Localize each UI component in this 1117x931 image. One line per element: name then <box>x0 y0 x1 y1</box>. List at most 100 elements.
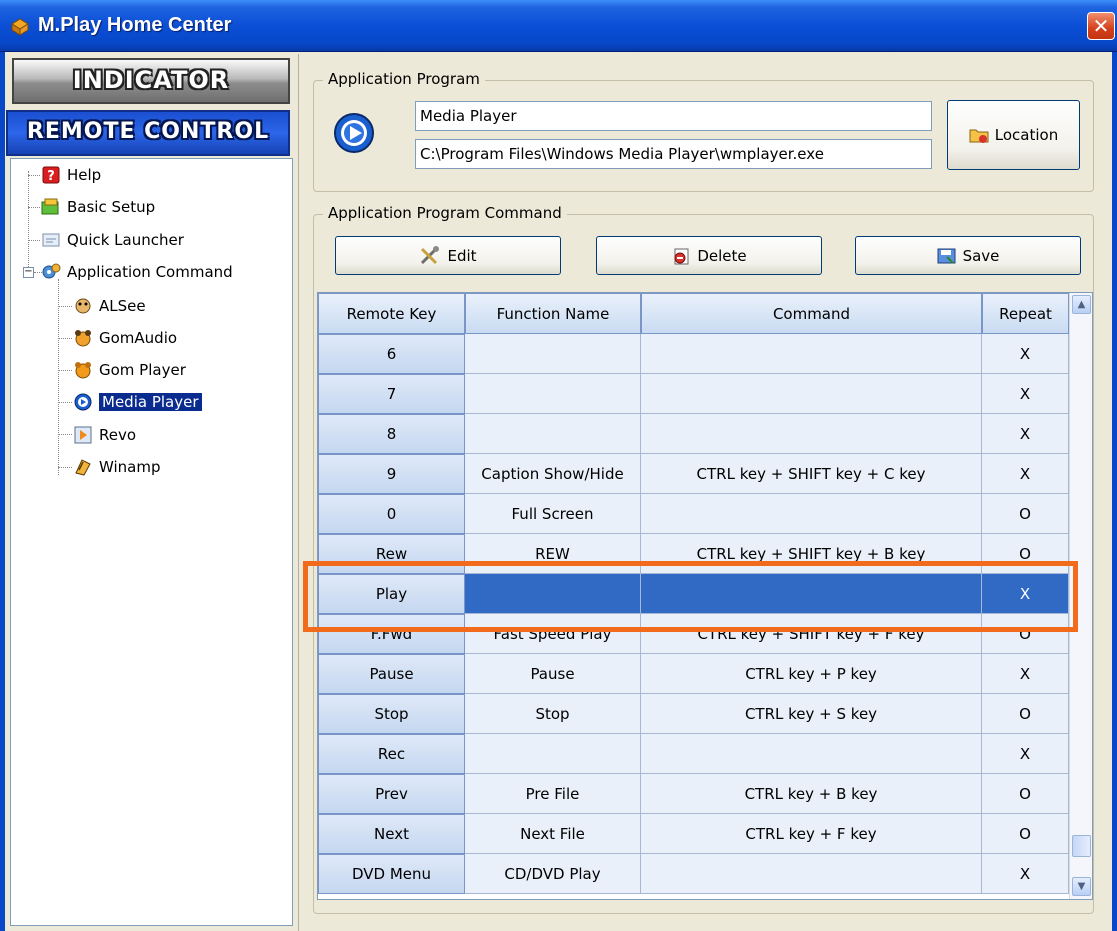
function-name-cell[interactable]: Fast Speed Play <box>465 614 641 654</box>
command-cell[interactable] <box>641 574 982 614</box>
command-cell[interactable] <box>641 374 982 414</box>
repeat-cell[interactable]: X <box>982 454 1069 494</box>
tree-item-quick-launcher[interactable]: Quick Launcher <box>41 228 184 252</box>
function-name-cell[interactable] <box>465 374 641 414</box>
location-button[interactable]: Location <box>947 100 1080 170</box>
function-name-cell[interactable] <box>465 734 641 774</box>
command-cell[interactable] <box>641 854 982 894</box>
repeat-cell[interactable]: O <box>982 814 1069 854</box>
remote-key-cell[interactable]: Prev <box>318 774 465 814</box>
column-header-repeat[interactable]: Repeat <box>982 293 1069 334</box>
repeat-cell[interactable]: X <box>982 374 1069 414</box>
command-cell[interactable]: CTRL key + SHIFT key + F key <box>641 614 982 654</box>
repeat-cell[interactable]: X <box>982 414 1069 454</box>
tree-line <box>28 240 40 241</box>
repeat-cell[interactable]: O <box>982 694 1069 734</box>
remote-key-cell[interactable]: 6 <box>318 334 465 374</box>
edit-button[interactable]: Edit <box>335 236 561 275</box>
function-name-cell[interactable]: CD/DVD Play <box>465 854 641 894</box>
function-name-cell[interactable]: Next File <box>465 814 641 854</box>
remote-key-cell[interactable]: 8 <box>318 414 465 454</box>
save-label: Save <box>962 246 1000 265</box>
command-cell[interactable] <box>641 414 982 454</box>
command-cell[interactable] <box>641 334 982 374</box>
group-legend: Application Program <box>323 70 485 88</box>
command-table: Remote Key Function Name Command Repeat … <box>317 292 1093 900</box>
column-header-remote-key[interactable]: Remote Key <box>318 293 465 334</box>
repeat-cell[interactable]: O <box>982 534 1069 574</box>
repeat-cell[interactable]: X <box>982 334 1069 374</box>
tree-item-basic-setup[interactable]: Basic Setup <box>41 195 155 219</box>
location-label: Location <box>994 126 1059 144</box>
command-cell[interactable]: CTRL key + B key <box>641 774 982 814</box>
command-cell[interactable]: CTRL key + P key <box>641 654 982 694</box>
function-name-cell[interactable]: Stop <box>465 694 641 734</box>
edit-label: Edit <box>447 246 477 265</box>
remote-key-cell[interactable]: Play <box>318 574 465 614</box>
function-name-cell[interactable] <box>465 414 641 454</box>
tree-item-media-player[interactable]: Media Player <box>73 390 202 414</box>
tree-item-alsee[interactable]: ALSee <box>73 294 146 318</box>
repeat-cell[interactable]: O <box>982 774 1069 814</box>
repeat-cell[interactable]: O <box>982 614 1069 654</box>
tree-line <box>58 402 72 403</box>
remote-key-cell[interactable]: Pause <box>318 654 465 694</box>
scroll-up-icon[interactable]: ▲ <box>1072 295 1091 314</box>
remote-control-button[interactable]: REMOTE CONTROL <box>6 110 290 156</box>
tree-item-application-command[interactable]: Application Command <box>41 260 233 284</box>
remote-key-cell[interactable]: Rew <box>318 534 465 574</box>
remote-key-cell[interactable]: F.Fwd <box>318 614 465 654</box>
command-cell[interactable]: CTRL key + SHIFT key + C key <box>641 454 982 494</box>
tree-item-winamp[interactable]: Winamp <box>73 455 161 479</box>
vertical-scrollbar[interactable]: ▲ ▼ <box>1069 293 1092 899</box>
column-header-function-name[interactable]: Function Name <box>465 293 641 334</box>
remote-key-cell[interactable]: 7 <box>318 374 465 414</box>
close-button[interactable]: ✕ <box>1087 12 1115 40</box>
tree-item-gom-player[interactable]: Gom Player <box>73 358 186 382</box>
remote-key-cell[interactable]: 0 <box>318 494 465 534</box>
repeat-cell[interactable]: X <box>982 734 1069 774</box>
tree-item-label: Gom Player <box>99 361 186 379</box>
tree-line <box>58 434 72 435</box>
command-cell[interactable]: CTRL key + F key <box>641 814 982 854</box>
tree-item-label: Winamp <box>99 458 161 476</box>
function-name-cell[interactable]: Pre File <box>465 774 641 814</box>
remote-key-cell[interactable]: 9 <box>318 454 465 494</box>
delete-label: Delete <box>697 246 747 265</box>
function-name-cell[interactable] <box>465 334 641 374</box>
tree-item-label: Revo <box>99 426 137 444</box>
repeat-cell[interactable]: O <box>982 494 1069 534</box>
save-button[interactable]: Save <box>855 236 1081 275</box>
scroll-down-icon[interactable]: ▼ <box>1072 877 1091 896</box>
function-name-cell[interactable] <box>465 574 641 614</box>
repeat-cell[interactable]: X <box>982 574 1069 614</box>
tree-item-label: GomAudio <box>99 329 178 347</box>
remote-key-cell[interactable]: DVD Menu <box>318 854 465 894</box>
repeat-cell[interactable]: X <box>982 654 1069 694</box>
revo-icon <box>73 425 93 445</box>
remote-key-cell[interactable]: Stop <box>318 694 465 734</box>
repeat-cell[interactable]: X <box>982 854 1069 894</box>
tree-item-revo[interactable]: Revo <box>73 423 136 447</box>
command-cell[interactable] <box>641 494 982 534</box>
scroll-thumb[interactable] <box>1072 835 1091 857</box>
indicator-button[interactable]: INDICATOR <box>12 58 290 104</box>
function-name-cell[interactable]: REW <box>465 534 641 574</box>
tree-item-gomaudio[interactable]: GomAudio <box>73 326 177 350</box>
group-legend: Application Program Command <box>323 204 567 222</box>
command-cell[interactable]: CTRL key + SHIFT key + B key <box>641 534 982 574</box>
function-name-cell[interactable]: Pause <box>465 654 641 694</box>
command-cell[interactable] <box>641 734 982 774</box>
program-name-field[interactable]: Media Player <box>415 101 932 131</box>
remote-key-cell[interactable]: Next <box>318 814 465 854</box>
collapse-toggle[interactable]: − <box>23 267 34 278</box>
tree-item-help[interactable]: ? Help <box>41 163 101 187</box>
function-name-cell[interactable]: Caption Show/Hide <box>465 454 641 494</box>
gomaudio-icon <box>73 328 93 348</box>
delete-button[interactable]: Delete <box>596 236 822 275</box>
command-cell[interactable]: CTRL key + S key <box>641 694 982 734</box>
remote-key-cell[interactable]: Rec <box>318 734 465 774</box>
column-header-command[interactable]: Command <box>641 293 982 334</box>
program-path-field[interactable]: C:\Program Files\Windows Media Player\wm… <box>415 139 932 169</box>
function-name-cell[interactable]: Full Screen <box>465 494 641 534</box>
